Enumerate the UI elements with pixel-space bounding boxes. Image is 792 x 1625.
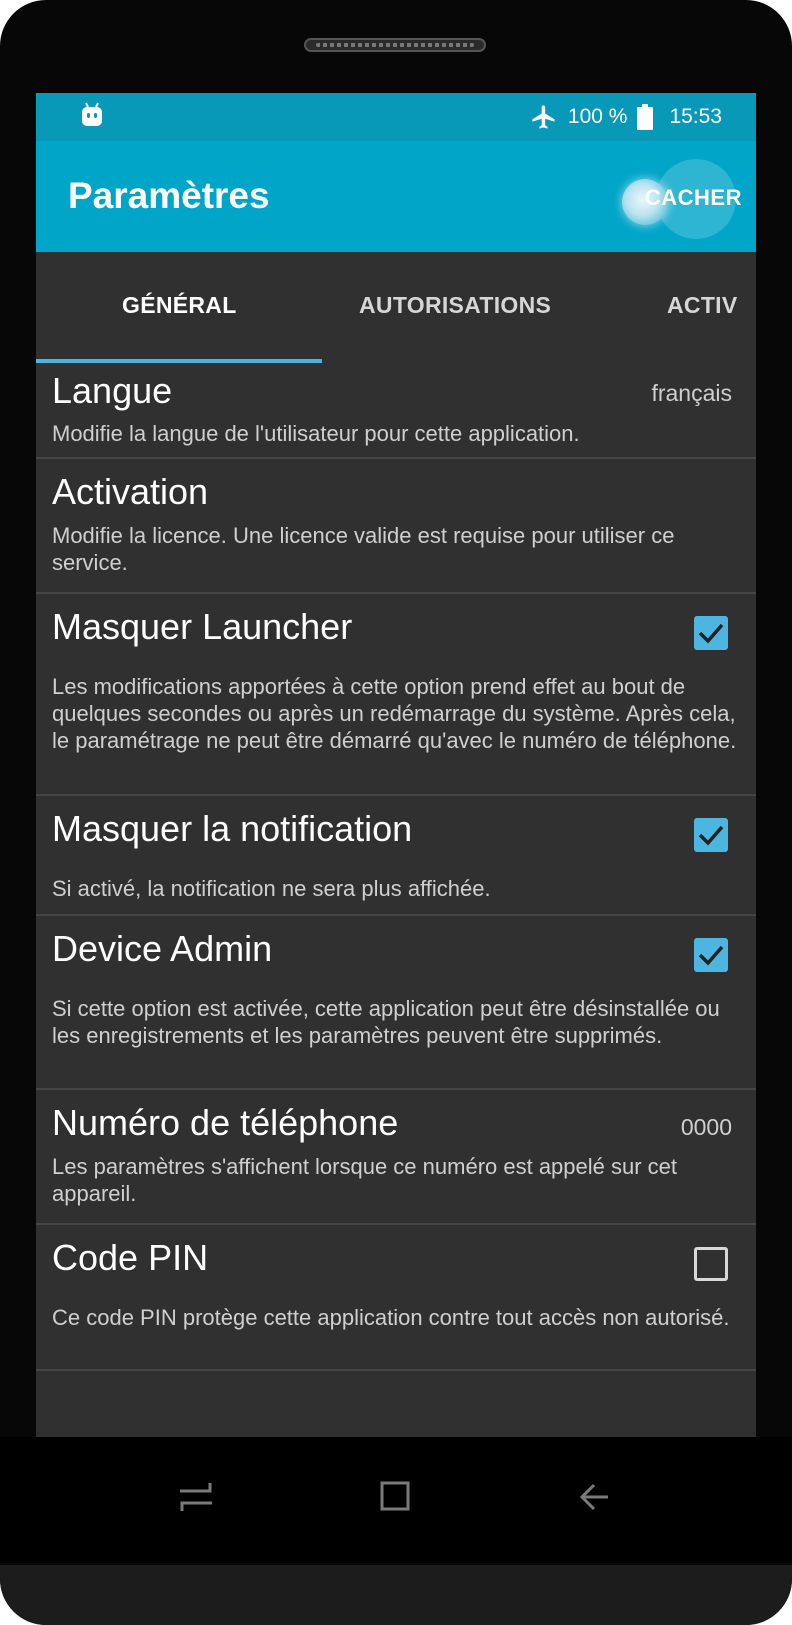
pref-value: 0000 bbox=[680, 1114, 732, 1140]
pref-summary: Si activé, la notification ne sera plus … bbox=[52, 876, 491, 901]
tab-general[interactable]: GÉNÉRAL bbox=[122, 292, 237, 319]
pref-summary: Modifie la licence. Une licence valide e… bbox=[52, 523, 675, 575]
pref-title: Device Admin bbox=[52, 928, 273, 969]
code-pin-checkbox[interactable] bbox=[694, 1247, 728, 1281]
clock: 15:53 bbox=[669, 105, 722, 128]
pref-activation[interactable]: Activation Modifie la licence. Une licen… bbox=[36, 459, 756, 594]
battery-percent: 100 % bbox=[567, 105, 628, 128]
pref-value: français bbox=[651, 380, 732, 406]
pref-numero-telephone[interactable]: Numéro de téléphone 0000 Les paramètres … bbox=[36, 1090, 756, 1225]
pref-summary: Modifie la langue de l'utilisateur pour … bbox=[52, 421, 580, 446]
pref-title: Code PIN bbox=[52, 1237, 209, 1278]
screen: 100 % 15:53 Paramètres CACHER GÉNÉRAL AU… bbox=[36, 93, 756, 1437]
masquer-launcher-checkbox[interactable] bbox=[694, 616, 728, 650]
pref-masquer-notification[interactable]: Masquer la notification Si activé, la no… bbox=[36, 796, 756, 916]
home-icon[interactable] bbox=[366, 1467, 426, 1527]
pref-title: Masquer la notification bbox=[52, 808, 413, 849]
pref-title: Activation bbox=[52, 471, 209, 512]
app-bar: Paramètres CACHER bbox=[36, 141, 756, 252]
checkmark-icon bbox=[698, 623, 724, 644]
tab-autorisations[interactable]: AUTORISATIONS bbox=[359, 292, 551, 319]
recents-icon[interactable] bbox=[166, 1467, 226, 1527]
phone-frame: 100 % 15:53 Paramètres CACHER GÉNÉRAL AU… bbox=[0, 0, 792, 1625]
pref-masquer-launcher[interactable]: Masquer Launcher Les modifications appor… bbox=[36, 594, 756, 796]
checkmark-icon bbox=[698, 825, 724, 846]
preferences-list: Langue français Modifie la langue de l'u… bbox=[36, 364, 756, 1371]
status-right-group: 100 % 15:53 bbox=[530, 103, 722, 131]
tab-activite[interactable]: ACTIV bbox=[667, 292, 738, 319]
pref-langue[interactable]: Langue français Modifie la langue de l'u… bbox=[36, 364, 756, 459]
pref-summary: Ce code PIN protège cette application co… bbox=[52, 1305, 730, 1330]
battery-icon bbox=[637, 104, 654, 130]
page-title: Paramètres bbox=[68, 175, 270, 216]
device-admin-checkbox[interactable] bbox=[694, 938, 728, 972]
android-icon bbox=[82, 102, 102, 126]
checkmark-icon bbox=[698, 945, 724, 966]
pref-title: Numéro de téléphone bbox=[52, 1102, 399, 1143]
tab-bar: GÉNÉRAL AUTORISATIONS ACTIV bbox=[36, 252, 756, 364]
pref-title: Langue bbox=[52, 370, 173, 411]
hide-button[interactable]: CACHER bbox=[645, 185, 742, 211]
speaker-grille bbox=[304, 38, 486, 52]
pref-device-admin[interactable]: Device Admin Si cette option est activée… bbox=[36, 916, 756, 1090]
navigation-bar bbox=[0, 1437, 792, 1563]
masquer-notification-checkbox[interactable] bbox=[694, 818, 728, 852]
bottom-bezel bbox=[0, 1565, 792, 1625]
back-icon[interactable] bbox=[566, 1467, 626, 1527]
pref-summary: Les paramètres s'affichent lorsque ce nu… bbox=[52, 1154, 678, 1206]
pref-summary: Si cette option est activée, cette appli… bbox=[52, 996, 720, 1048]
pref-code-pin[interactable]: Code PIN Ce code PIN protège cette appli… bbox=[36, 1225, 756, 1371]
status-bar: 100 % 15:53 bbox=[36, 93, 756, 141]
pref-title: Masquer Launcher bbox=[52, 606, 353, 647]
pref-summary: Les modifications apportées à cette opti… bbox=[52, 674, 737, 753]
airplane-mode-icon bbox=[532, 105, 555, 129]
tab-indicator bbox=[36, 359, 322, 363]
